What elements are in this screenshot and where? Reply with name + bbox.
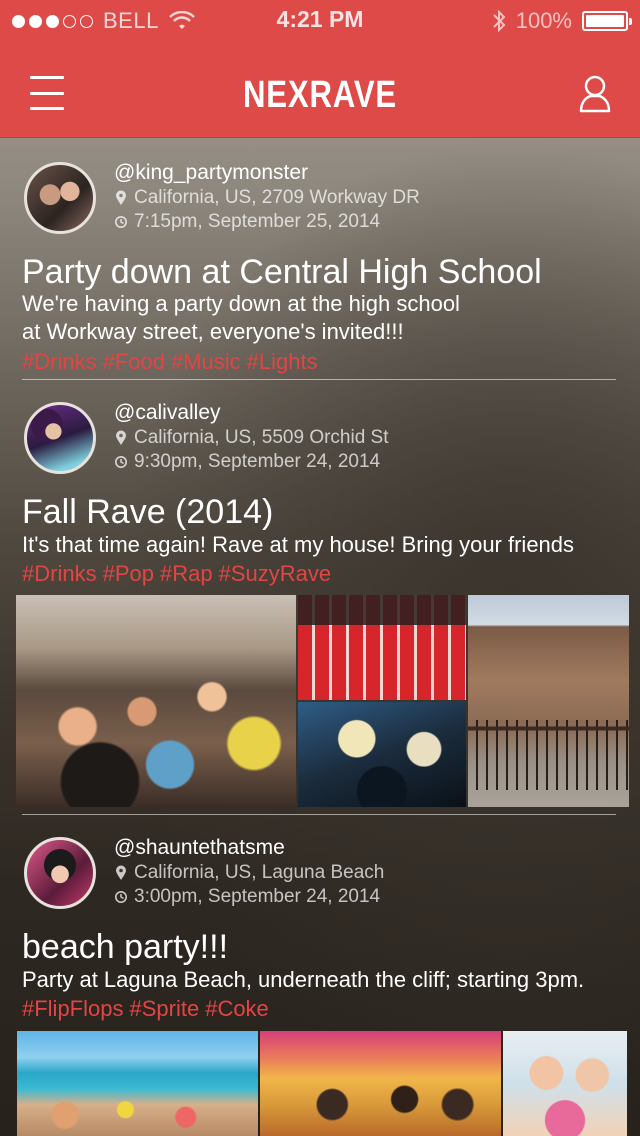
clock-icon — [115, 456, 127, 468]
description-line: Party at Laguna Beach, underneath the cl… — [22, 967, 585, 992]
avatar[interactable] — [24, 402, 96, 474]
clock-icon — [115, 216, 127, 228]
location-line: California, US, 2709 Workway DR — [114, 186, 420, 210]
time-line: 7:15pm, September 25, 2014 — [114, 210, 420, 234]
divider — [22, 379, 616, 380]
user-icon[interactable] — [578, 74, 612, 114]
post-photo-beach-dancers[interactable] — [260, 1031, 501, 1136]
post-photo-party-crowd[interactable] — [16, 595, 296, 807]
feed-post[interactable]: @king_partymonster California, US, 2709 … — [0, 160, 640, 380]
time-text: 3:00pm, September 24, 2014 — [134, 886, 381, 907]
battery-percent: 100% — [515, 8, 572, 33]
location-pin-icon — [116, 430, 126, 445]
tag[interactable]: #SuzyRave — [219, 561, 332, 586]
post-description: We're having a party down at the high sc… — [22, 290, 622, 346]
post-title[interactable]: Fall Rave (2014) — [22, 492, 273, 532]
tag[interactable]: #Music — [171, 349, 241, 374]
tag-list: #FlipFlops #Sprite #Coke — [22, 995, 269, 1023]
tag[interactable]: #FlipFlops — [22, 996, 123, 1021]
status-right: 100% — [492, 8, 632, 34]
app-title: NEXRAVE — [242, 74, 398, 116]
divider — [22, 814, 616, 815]
post-description: It's that time again! Rave at my house! … — [22, 531, 622, 559]
username[interactable]: @shauntethatsme — [114, 835, 384, 861]
tag[interactable]: #Lights — [247, 349, 318, 374]
tag[interactable]: #Food — [103, 349, 165, 374]
post-photo-house[interactable] — [468, 595, 629, 807]
post-title[interactable]: beach party!!! — [22, 927, 228, 967]
avatar[interactable] — [24, 837, 96, 909]
time-text: 7:15pm, September 25, 2014 — [134, 211, 381, 232]
location-pin-icon — [116, 190, 126, 205]
time-line: 3:00pm, September 24, 2014 — [114, 885, 384, 909]
tag[interactable]: #Drinks — [22, 349, 97, 374]
tag[interactable]: #Sprite — [129, 996, 199, 1021]
app-header: BELL 4:21 PM 100% NEXRAVE — [0, 0, 640, 138]
location-pin-icon — [116, 865, 126, 880]
feed-post[interactable]: @calivalley California, US, 5509 Orchid … — [0, 400, 640, 810]
description-line: We're having a party down at the high sc… — [22, 291, 460, 316]
tag[interactable]: #Drinks — [22, 561, 97, 586]
post-description: Party at Laguna Beach, underneath the cl… — [22, 966, 622, 994]
location-line: California, US, Laguna Beach — [114, 861, 384, 885]
feed-post[interactable]: @shauntethatsme California, US, Laguna B… — [0, 835, 640, 1136]
battery-icon — [582, 11, 632, 31]
avatar[interactable] — [24, 162, 96, 234]
location-text: California, US, Laguna Beach — [134, 862, 385, 883]
time-line: 9:30pm, September 24, 2014 — [114, 450, 389, 474]
description-line: at Workway street, everyone's invited!!! — [22, 319, 404, 344]
navbar: NEXRAVE — [0, 50, 640, 138]
post-photo-dancers[interactable] — [298, 702, 466, 807]
tag-list: #Drinks #Food #Music #Lights — [22, 348, 318, 376]
tag[interactable]: #Pop — [103, 561, 154, 586]
post-photo-red-cups[interactable] — [298, 595, 466, 700]
location-text: California, US, 2709 Workway DR — [134, 187, 420, 208]
tag[interactable]: #Coke — [205, 996, 269, 1021]
time-text: 9:30pm, September 24, 2014 — [134, 451, 381, 472]
post-photo-beach-crowd[interactable] — [17, 1031, 258, 1136]
status-bar: BELL 4:21 PM 100% — [0, 0, 640, 40]
location-line: California, US, 5509 Orchid St — [114, 426, 389, 450]
clock-icon — [115, 891, 127, 903]
location-text: California, US, 5509 Orchid St — [134, 427, 389, 448]
username[interactable]: @calivalley — [114, 400, 389, 426]
username[interactable]: @king_partymonster — [114, 160, 420, 186]
post-photo-girls-sunglasses[interactable] — [503, 1031, 627, 1136]
tag[interactable]: #Rap — [160, 561, 213, 586]
description-line: It's that time again! Rave at my house! … — [22, 532, 575, 557]
tag-list: #Drinks #Pop #Rap #SuzyRave — [22, 560, 331, 588]
post-title[interactable]: Party down at Central High School — [22, 252, 542, 292]
bluetooth-icon — [493, 9, 506, 33]
